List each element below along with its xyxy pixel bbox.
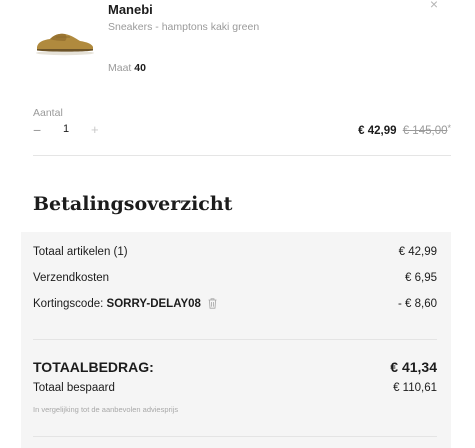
original-price: € 145,00: [402, 125, 448, 137]
size-label: Maat: [108, 62, 132, 74]
discount-value: - € 8,60: [398, 298, 437, 310]
items-value: € 42,99: [398, 246, 437, 258]
shipping-label: Verzendkosten: [33, 272, 110, 284]
trash-icon[interactable]: [208, 298, 217, 309]
cart-product: Manebi Sneakers - hamptons kaki green Ma…: [0, 0, 475, 100]
discount-line: Kortingscode: SORRY-DELAY08: [33, 298, 217, 310]
panel-divider: [33, 339, 437, 340]
close-icon[interactable]: ×: [430, 0, 438, 12]
product-size: Maat 40: [108, 62, 146, 74]
size-value: 40: [134, 62, 146, 74]
total-value: € 41,34: [390, 359, 437, 375]
shipping-value: € 6,95: [405, 272, 437, 284]
summary-panel: Totaal artikelen (1) € 42,99 Verzendkost…: [21, 232, 451, 448]
discount-label: Kortingscode:: [33, 298, 104, 310]
quantity-label: Aantal: [33, 107, 63, 119]
quantity-value[interactable]: 1: [63, 123, 69, 135]
saved-label: Totaal bespaard: [33, 382, 115, 394]
product-brand: Manebi: [108, 2, 153, 17]
total-label: TOTAALBEDRAG:: [33, 359, 154, 375]
current-price: € 42,99: [358, 125, 397, 137]
saved-value: € 110,61: [393, 382, 437, 394]
saved-note: In vergelijking tot de aanbevolen advies…: [33, 405, 179, 414]
sneaker-image[interactable]: [34, 28, 96, 56]
items-label: Totaal artikelen (1): [33, 246, 128, 258]
price: € 42,99 € 145,00*: [358, 123, 451, 137]
decrease-quantity-button[interactable]: −: [33, 122, 45, 138]
increase-quantity-button[interactable]: +: [91, 122, 103, 138]
remove-item-button[interactable]: ×: [426, 0, 442, 12]
panel-divider: [33, 436, 437, 437]
quantity-stepper: − 1 +: [33, 122, 123, 138]
discount-code: SORRY-DELAY08: [106, 298, 201, 310]
page-title: Betalingsoverzicht: [33, 193, 233, 215]
product-description: Sneakers - hamptons kaki green: [108, 21, 260, 33]
divider: [33, 155, 451, 156]
price-footnote-marker: *: [447, 123, 451, 133]
